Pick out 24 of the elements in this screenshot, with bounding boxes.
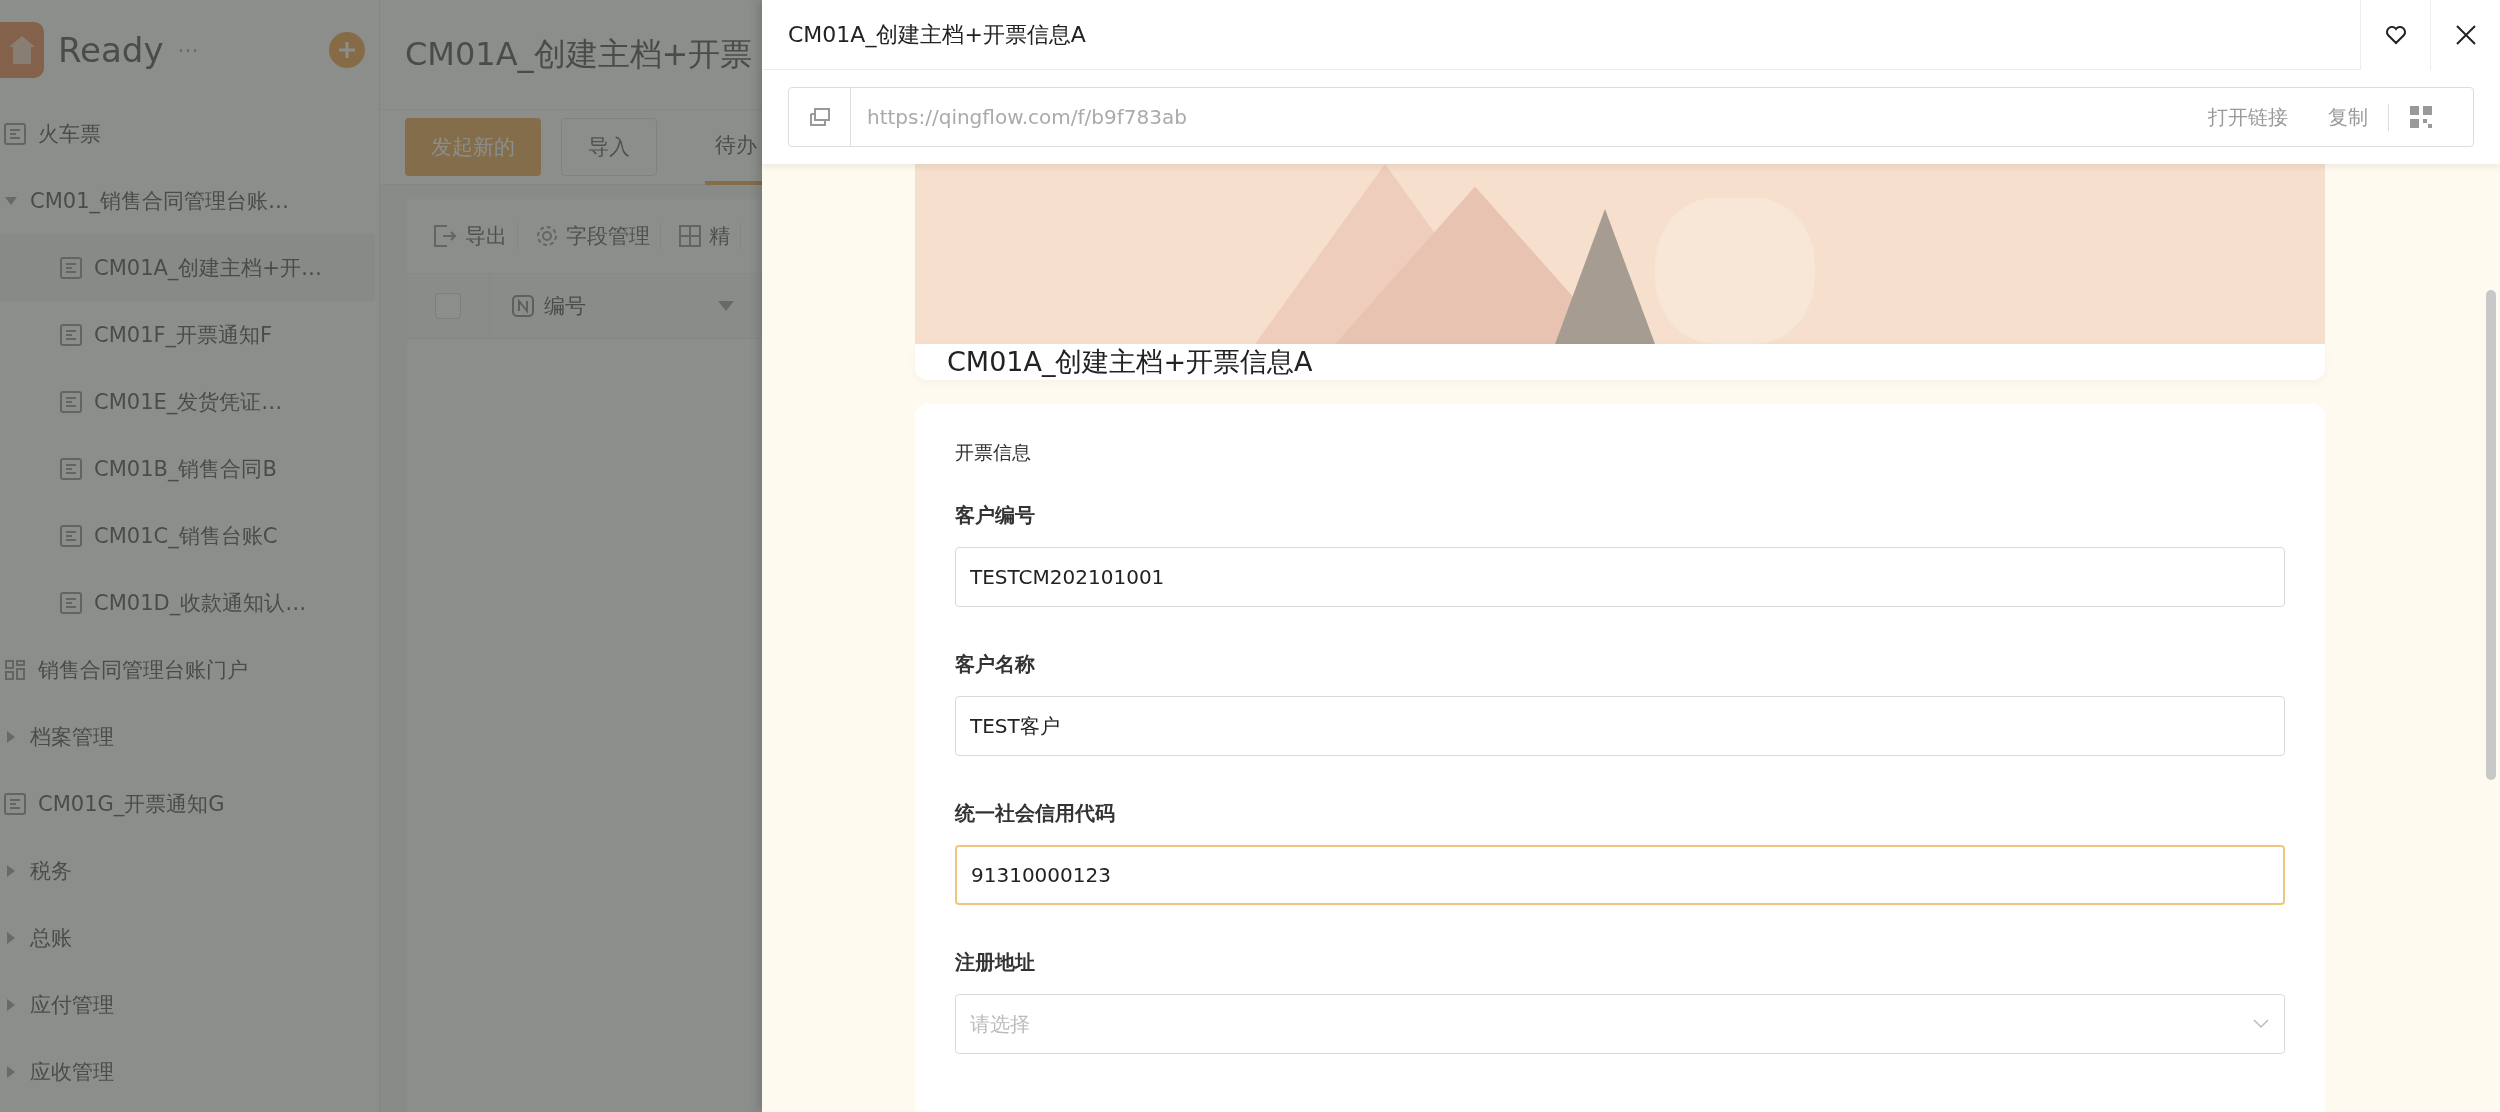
chevron-down-icon (2253, 1019, 2269, 1029)
input-field[interactable]: TESTCM202101001 (955, 547, 2285, 607)
heart-icon (2384, 24, 2407, 45)
qr-code-icon[interactable] (2409, 105, 2433, 129)
scrollbar[interactable] (2486, 290, 2496, 780)
copy-button[interactable]: 复制 (2308, 103, 2389, 131)
select-field[interactable]: 请选择 (955, 994, 2285, 1054)
field-label: 统一社会信用代码 (955, 800, 1116, 827)
page-title: CM01A_创建主档+开票 (405, 33, 753, 75)
field-label: 客户名称 (955, 651, 1036, 678)
section-title: 开票信息 (955, 440, 1032, 465)
field-label: 注册地址 (955, 949, 1036, 976)
input-field[interactable]: TEST客户 (955, 696, 2285, 756)
url-field[interactable]: https://qingflow.com/f/b9f783ab 打开链接 复制 (788, 87, 2474, 147)
drawer-title: CM01A_创建主档+开票信息A (787, 20, 1087, 50)
field-label: 客户编号 (955, 502, 1036, 529)
close-icon (2454, 23, 2477, 46)
app-name: Ready (58, 30, 164, 70)
favorite-button[interactable] (2360, 0, 2430, 70)
window-icon (809, 108, 830, 126)
input-field[interactable]: 91310000123 (955, 845, 2285, 905)
close-button[interactable] (2430, 0, 2500, 70)
open-link-button[interactable]: 打开链接 (2188, 103, 2308, 131)
form-title: CM01A_创建主档+开票信息A (947, 345, 1313, 379)
